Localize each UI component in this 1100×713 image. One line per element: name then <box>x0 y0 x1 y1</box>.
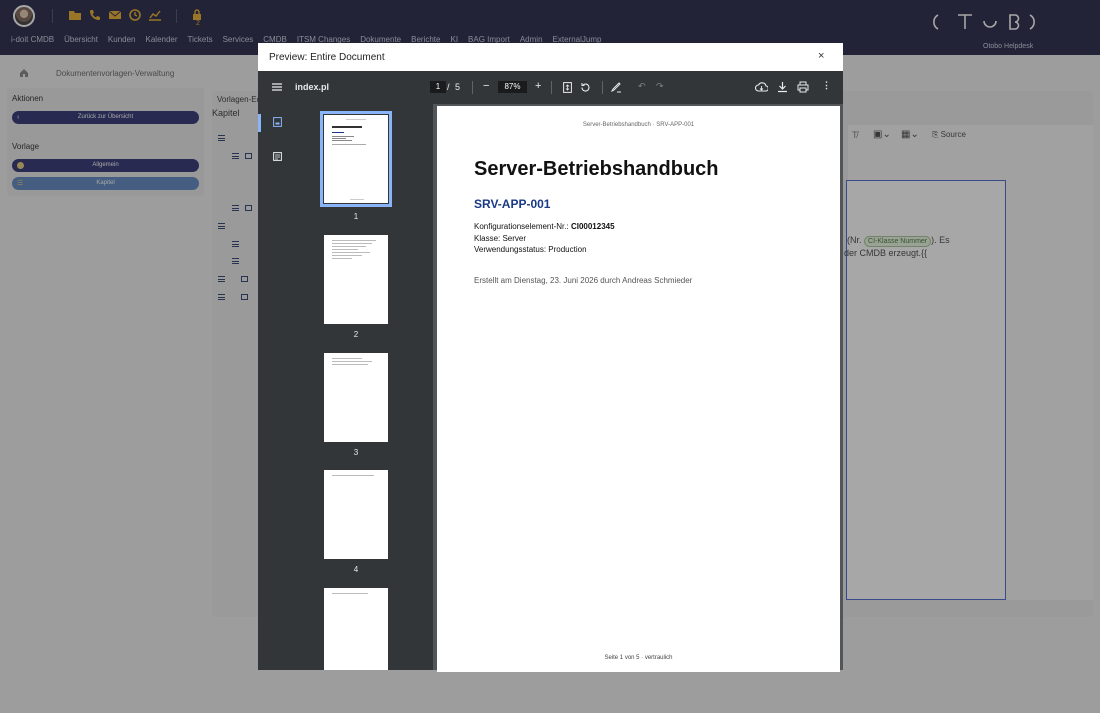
created-line: Erstellt am Dienstag, 23. Juni 2026 durc… <box>474 276 693 285</box>
modal-title: Preview: Entire Document <box>269 52 385 63</box>
document-title: Server-Betriebshandbuch <box>474 158 719 180</box>
annotate-icon[interactable] <box>611 82 622 93</box>
page-thumbnail-4[interactable] <box>324 470 388 559</box>
thumbnails-icon[interactable] <box>273 117 282 127</box>
pdf-page: Server-Betriebshandbuch · SRV-APP-001 Se… <box>437 106 840 672</box>
page-footer: Seite 1 von 5 · vertraulich <box>604 655 673 661</box>
ci-number-label: Konfigurationselement-Nr.: <box>474 222 569 231</box>
zoom-in-button[interactable]: + <box>535 80 541 92</box>
modal-header: Preview: Entire Document × <box>258 43 843 71</box>
undo-icon[interactable]: ↶ <box>638 81 646 92</box>
preview-modal: Preview: Entire Document × index.pl 1 / … <box>258 43 843 672</box>
more-options-icon[interactable]: ⋮ <box>822 80 831 91</box>
page-number-input[interactable]: 1 <box>430 81 446 93</box>
redo-icon[interactable]: ↷ <box>656 81 664 92</box>
thumbnail-label-2: 2 <box>353 330 359 339</box>
download-icon[interactable] <box>777 81 788 93</box>
fit-page-icon[interactable] <box>563 82 572 93</box>
page-thumbnail-5[interactable] <box>324 588 388 670</box>
sidebar-tabs <box>258 104 298 670</box>
outline-icon[interactable] <box>273 152 282 161</box>
print-icon[interactable] <box>797 81 809 93</box>
status-line: Verwendungsstatus: Production <box>474 245 587 254</box>
active-tab-indicator <box>258 114 261 132</box>
pdf-filename: index.pl <box>295 82 330 92</box>
document-subtitle: SRV-APP-001 <box>474 197 551 211</box>
rotate-icon[interactable] <box>580 82 591 93</box>
zoom-out-button[interactable]: − <box>483 80 489 92</box>
zoom-level-input[interactable]: 87% <box>498 81 527 93</box>
page-thumbnail-1[interactable] <box>320 111 392 207</box>
toolbar-divider <box>602 81 603 94</box>
toolbar-divider <box>551 81 552 94</box>
page-separator: / <box>447 82 450 92</box>
toolbar-divider <box>472 81 473 94</box>
pdf-toolbar: index.pl 1 / 5 − 87% + ↶ ↷ ⋮ <box>258 71 843 104</box>
thumbnail-label-3: 3 <box>353 448 359 457</box>
thumbnail-sidebar: 1 2 3 4 <box>258 104 433 670</box>
pdf-viewer: index.pl 1 / 5 − 87% + ↶ ↷ ⋮ 1 2 3 4 Ser… <box>258 71 843 672</box>
total-pages: 5 <box>455 82 461 92</box>
page-thumbnail-2[interactable] <box>324 235 388 324</box>
class-line: Klasse: Server <box>474 234 527 243</box>
ci-number-line: Konfigurationselement-Nr.: CI00012345 <box>474 222 615 231</box>
menu-icon[interactable] <box>272 83 282 91</box>
close-button[interactable]: × <box>818 50 824 62</box>
page-header: Server-Betriebshandbuch · SRV-APP-001 <box>582 122 695 128</box>
thumbnail-label-1: 1 <box>353 212 359 221</box>
save-to-drive-icon[interactable] <box>755 81 768 93</box>
thumbnail-label-4: 4 <box>353 565 359 574</box>
page-thumbnail-3[interactable] <box>324 353 388 442</box>
ci-number-value: CI00012345 <box>570 222 615 231</box>
